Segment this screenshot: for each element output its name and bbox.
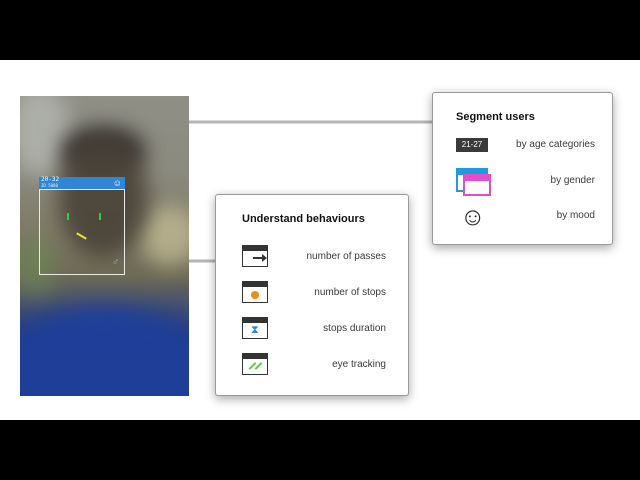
face-id-label: ID 5080 [41,183,58,188]
gaze-marker [76,232,87,240]
gender-window-pink [463,174,491,196]
hourglass-icon: ⧗ [242,317,268,339]
slide: 20-32 ID 5080 ☺ ♂ Segment users 21-27 by… [0,60,640,420]
smile-icon: ☺ [112,178,122,188]
background-window [20,96,70,176]
background-light [140,206,189,266]
row-label-age: by age categories [516,139,595,150]
segment-users-panel: Segment users 21-27 by age categories by… [432,92,613,245]
face-label-bar: 20-32 ID 5080 ☺ [39,177,125,189]
row-label-gender: by gender [550,175,595,186]
eye-tracking-icon [242,353,268,375]
passes-icon [242,245,268,267]
understand-behaviours-panel: Understand behaviours number of passes n… [215,194,409,396]
age-badge: 21-27 [456,138,488,152]
mood-smiley-icon: ☺ [460,203,486,231]
row-label-eye-tracking: eye tracking [332,359,386,370]
person-shirt [20,306,189,396]
row-label-duration: stops duration [323,323,386,334]
row-label-stops: number of stops [314,287,386,298]
face-detection-box: ♂ [39,189,125,275]
male-icon: ♂ [112,257,120,268]
row-label-passes: number of passes [306,251,387,262]
panel-title: Segment users [456,111,535,123]
stops-icon [242,281,268,303]
letterbox-bottom [0,420,640,480]
left-eye-marker [67,213,69,220]
letterbox-top [0,0,640,60]
camera-view: 20-32 ID 5080 ☺ ♂ [20,96,189,396]
row-label-mood: by mood [556,210,595,221]
right-eye-marker [99,213,101,220]
panel-title: Understand behaviours [242,213,365,225]
gender-icon [456,168,491,196]
